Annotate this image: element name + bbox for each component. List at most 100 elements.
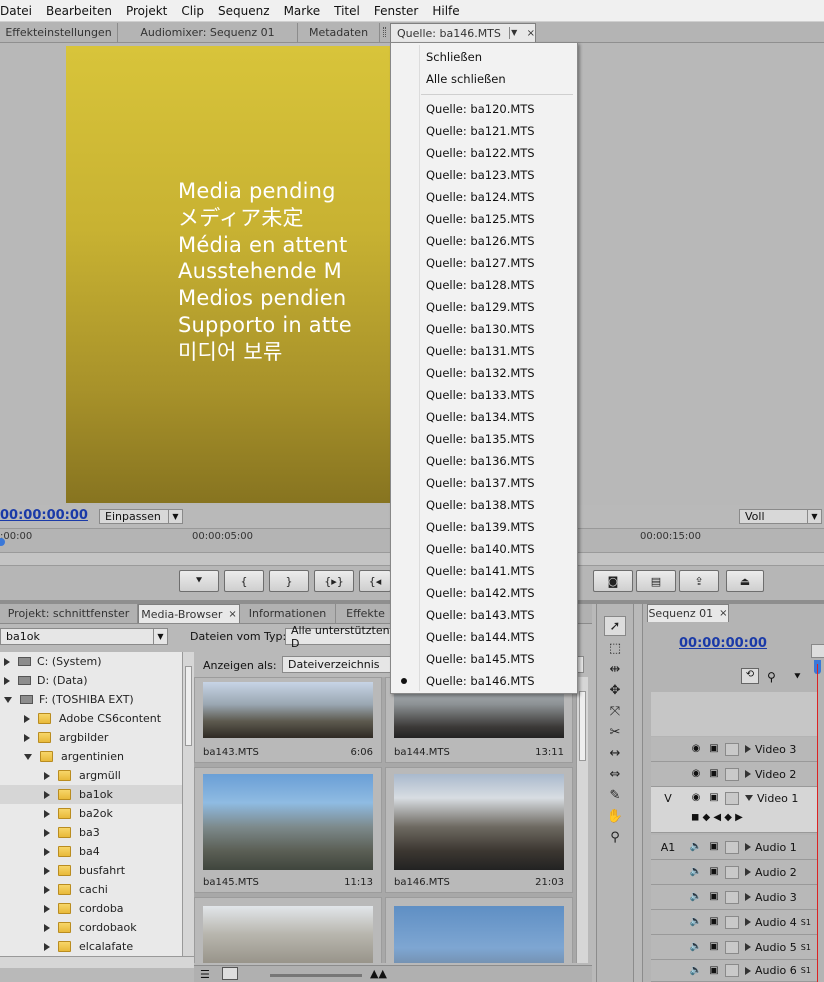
menu-item-source-clip[interactable]: Quelle: ba122.MTS [426, 142, 535, 164]
tab-source[interactable]: Quelle: ba146.MTS ▼ × [390, 23, 536, 42]
tree-drive-f[interactable]: F: (TOSHIBA EXT) [0, 690, 182, 709]
tab-info[interactable]: Informationen [240, 604, 336, 623]
menu-marke[interactable]: Marke [277, 4, 328, 18]
menu-item-source-clip[interactable]: Quelle: ba132.MTS [426, 362, 535, 384]
track-video-2[interactable]: ◉ ▣ Video 2 [651, 762, 817, 787]
selection-tool-icon[interactable]: ➚ [604, 616, 626, 636]
tree-drive-c[interactable]: C: (System) [0, 652, 182, 671]
tree-folder[interactable]: elcalafate [0, 937, 182, 956]
collapse-icon[interactable] [745, 795, 753, 801]
expand-icon[interactable] [44, 923, 50, 932]
lock-icon[interactable]: ▣ [707, 743, 721, 755]
menu-item-source-clip[interactable]: Quelle: ba140.MTS [426, 538, 535, 560]
track-audio-5[interactable]: 🔈 ▣ Audio 5 S1 [651, 935, 817, 960]
go-to-previous-button[interactable]: {◂ [359, 570, 391, 592]
thumbnail-scroll-thumb[interactable] [579, 691, 586, 761]
tree-folder[interactable]: argentinien [0, 747, 182, 766]
expand-icon[interactable] [44, 790, 50, 799]
menu-item-close[interactable]: Schließen [426, 46, 482, 68]
speaker-icon[interactable]: 🔈 [689, 841, 703, 853]
menu-datei[interactable]: Datei [0, 4, 39, 18]
slide-tool-icon[interactable]: ⇔ [604, 764, 626, 784]
slip-tool-icon[interactable]: ↔ [604, 743, 626, 763]
track-target-box[interactable] [725, 964, 739, 977]
tree-folder[interactable]: argbilder [0, 728, 182, 747]
file-type-dropdown[interactable]: Alle unterstützten D [285, 624, 393, 650]
list-view-icon[interactable]: ☰ [200, 968, 210, 981]
menu-item-source-clip[interactable]: Quelle: ba126.MTS [426, 230, 535, 252]
menu-item-source-clip[interactable]: Quelle: ba123.MTS [426, 164, 535, 186]
tab-project[interactable]: Projekt: schnittfenster [0, 604, 138, 623]
track-target-box[interactable] [725, 940, 739, 954]
menu-fenster[interactable]: Fenster [367, 4, 426, 18]
track-audio-1[interactable]: A1 🔈 ▣ Audio 1 [651, 835, 817, 860]
menu-titel[interactable]: Titel [327, 4, 367, 18]
menu-item-source-clip[interactable]: Quelle: ba135.MTS [426, 428, 535, 450]
expand-icon[interactable] [4, 676, 10, 685]
lock-icon[interactable]: ▣ [707, 866, 721, 878]
source-track-v[interactable]: V [651, 792, 685, 805]
expand-icon[interactable] [745, 918, 751, 926]
track-target-box[interactable] [725, 890, 739, 904]
expand-icon[interactable] [745, 770, 751, 778]
expand-icon[interactable] [745, 893, 751, 901]
expand-icon[interactable] [24, 733, 30, 742]
menu-item-source-clip[interactable]: Quelle: ba139.MTS [426, 516, 535, 538]
menu-item-source-clip[interactable]: Quelle: ba130.MTS [426, 318, 535, 340]
expand-icon[interactable] [44, 885, 50, 894]
menu-item-source-clip[interactable]: Quelle: ba129.MTS [426, 296, 535, 318]
menu-item-source-clip[interactable]: Quelle: ba144.MTS [426, 626, 535, 648]
tree-folder[interactable]: argmüll [0, 766, 182, 785]
speaker-icon[interactable]: 🔈 [689, 941, 703, 953]
snap-icon[interactable]: ⟲ [741, 668, 759, 684]
collapse-icon[interactable] [4, 696, 12, 703]
track-audio-4[interactable]: 🔈 ▣ Audio 4 S1 [651, 910, 817, 935]
close-icon[interactable]: × [719, 608, 727, 619]
expand-icon[interactable] [44, 847, 50, 856]
track-target-box[interactable] [725, 742, 739, 756]
track-target-box[interactable] [725, 767, 739, 781]
clip-thumbnail[interactable] [385, 897, 573, 963]
menu-item-close-all[interactable]: Alle schließen [426, 68, 506, 90]
track-video-3[interactable]: ◉ ▣ Video 3 [651, 737, 817, 762]
track-target-box[interactable] [725, 915, 739, 929]
menu-clip[interactable]: Clip [174, 4, 211, 18]
tree-folder-selected[interactable]: ba1ok [0, 785, 182, 804]
thumbnail-scrollbar[interactable] [576, 677, 588, 963]
tree-folder[interactable]: ba2ok [0, 804, 182, 823]
tree-scroll-thumb[interactable] [185, 666, 192, 746]
mark-out-button[interactable]: } [269, 570, 309, 592]
clip-thumbnail[interactable]: ba145.MTS 11:13 [194, 767, 382, 893]
track-audio-6[interactable]: 🔈 ▣ Audio 6 S1 [651, 960, 817, 982]
menu-item-source-clip[interactable]: Quelle: ba127.MTS [426, 252, 535, 274]
zoom-slider[interactable] [270, 974, 362, 977]
track-target-box[interactable] [725, 792, 739, 805]
menu-item-source-clip[interactable]: Quelle: ba125.MTS [426, 208, 535, 230]
lock-icon[interactable]: ▣ [707, 768, 721, 780]
tab-effects[interactable]: Effekte [336, 604, 396, 623]
track-select-tool-icon[interactable]: ⬚ [604, 638, 626, 658]
menu-projekt[interactable]: Projekt [119, 4, 174, 18]
menu-item-source-clip[interactable]: Quelle: ba141.MTS [426, 560, 535, 582]
expand-icon[interactable] [44, 866, 50, 875]
menu-item-source-clip[interactable]: Quelle: ba134.MTS [426, 406, 535, 428]
expand-icon[interactable] [44, 904, 50, 913]
go-to-in-button[interactable]: {▸} [314, 570, 354, 592]
eye-icon[interactable]: ◉ [689, 768, 703, 780]
track-video-1[interactable]: V ◉ ▣ Video 1 [651, 787, 817, 833]
menu-item-source-clip[interactable]: Quelle: ba120.MTS [426, 98, 535, 120]
menu-hilfe[interactable]: Hilfe [425, 4, 466, 18]
eye-icon[interactable]: ◉ [689, 743, 703, 755]
menu-item-source-clip[interactable]: Quelle: ba138.MTS [426, 494, 535, 516]
track-target-box[interactable] [725, 865, 739, 879]
view-as-dropdown[interactable]: Dateiverzeichnis [282, 656, 394, 673]
pen-tool-icon[interactable]: ✎ [604, 785, 626, 805]
tab-source-menu-button[interactable]: ▼ [508, 27, 519, 39]
close-icon[interactable]: × [527, 28, 535, 39]
tree-folder[interactable]: cordoba [0, 899, 182, 918]
razor-tool-icon[interactable]: ✂ [604, 722, 626, 742]
rate-stretch-tool-icon[interactable]: ⤧ [604, 701, 626, 721]
tree-drive-d[interactable]: D: (Data) [0, 671, 182, 690]
export-frame-button[interactable]: ◙ [593, 570, 633, 592]
expand-icon[interactable] [44, 771, 50, 780]
